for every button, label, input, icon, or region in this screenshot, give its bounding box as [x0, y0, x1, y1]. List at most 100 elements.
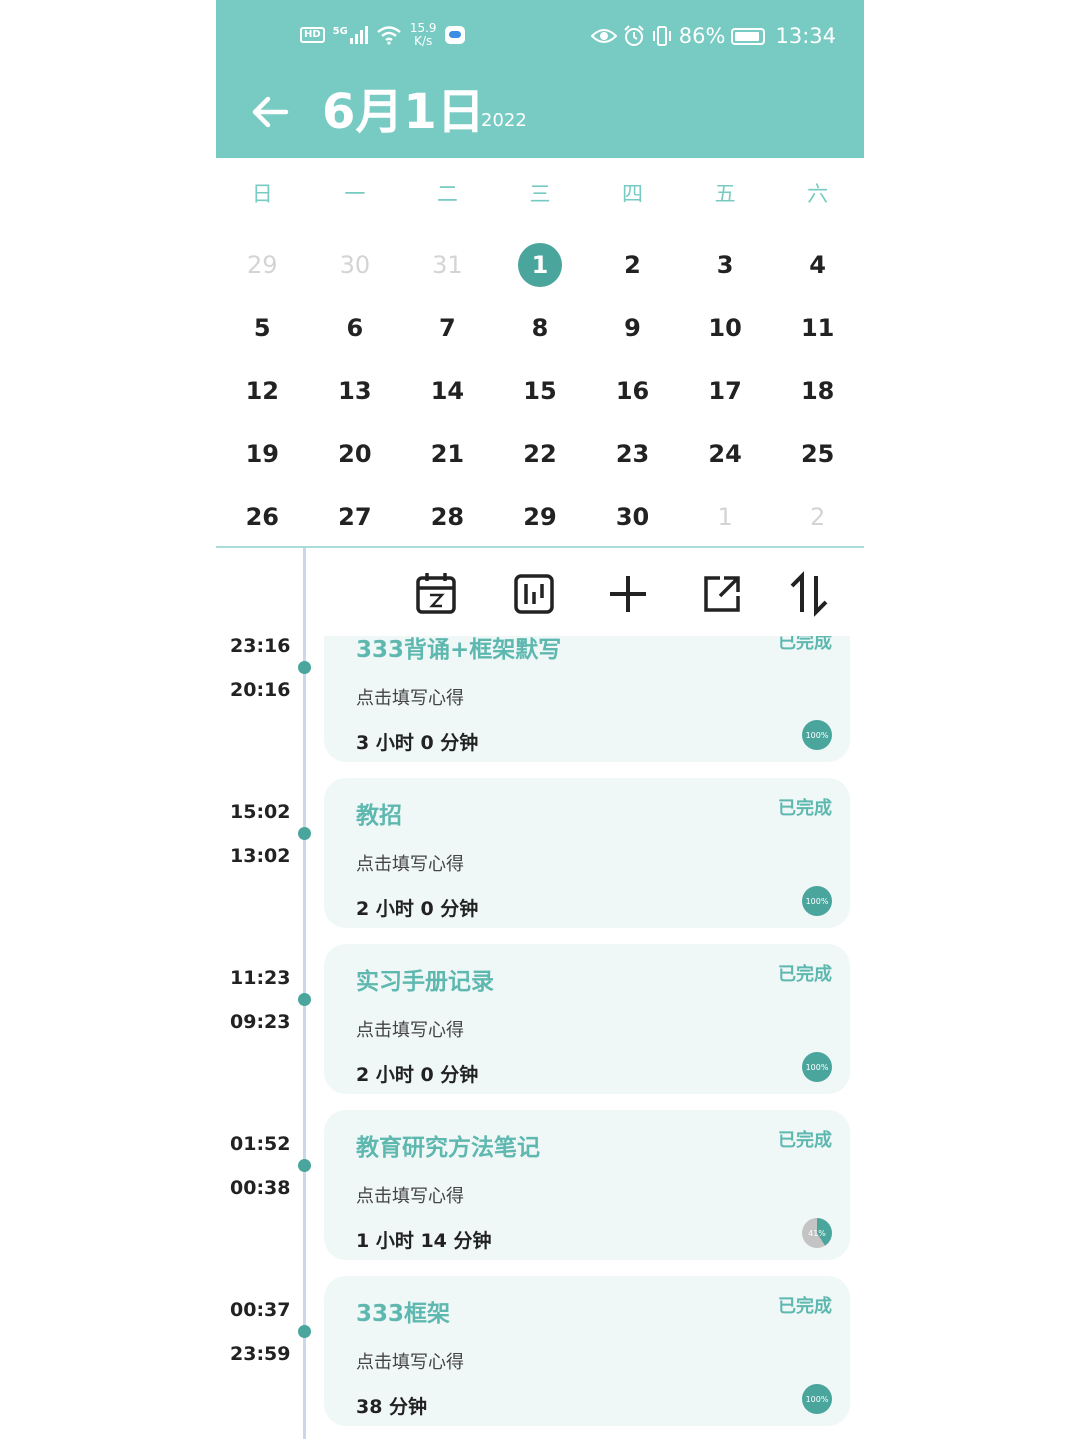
reflection-link[interactable]: 点击填写心得 [356, 1016, 464, 1042]
calendar-day[interactable]: 2 [586, 243, 679, 287]
calendar-day[interactable]: 25 [771, 432, 864, 476]
calendar-day[interactable]: 22 [494, 432, 587, 476]
day-number: 1 [517, 243, 562, 288]
timeline-dot [298, 1325, 311, 1338]
session-times: 01:52 00:38 [230, 1122, 290, 1210]
session-entry: 15:02 13:02 教招 已完成 点击填写心得 2 小时 0 分钟 100% [216, 778, 864, 928]
calendar-day[interactable]: 10 [679, 306, 772, 350]
day-number: 14 [430, 376, 465, 405]
calendar-day[interactable]: 23 [586, 432, 679, 476]
clock: 13:34 [775, 24, 836, 48]
calendar-day[interactable]: 24 [679, 432, 772, 476]
calendar-day[interactable]: 1 [679, 495, 772, 539]
status-badge: 已完成 [778, 1296, 832, 1317]
calendar-day-selected[interactable]: 1 [494, 243, 587, 288]
session-card[interactable]: 333背诵+框架默写 已完成 点击填写心得 3 小时 0 分钟 100% [324, 636, 850, 762]
end-time: 23:16 [230, 636, 291, 657]
session-card[interactable]: 实习手册记录 已完成 点击填写心得 2 小时 0 分钟 100% [324, 944, 850, 1094]
calendar-day[interactable]: 2 [771, 495, 864, 539]
calendar-day[interactable]: 6 [309, 306, 402, 350]
calendar-day[interactable]: 19 [216, 432, 309, 476]
eye-icon [590, 29, 617, 43]
signal-icon: 5G [333, 26, 368, 44]
calendar-day[interactable]: 29 [494, 495, 587, 539]
status-bar: HD 5G 15.9 K/s 86% 13:34 [216, 22, 864, 58]
calendar-day[interactable]: 28 [401, 495, 494, 539]
session-card[interactable]: 教招 已完成 点击填写心得 2 小时 0 分钟 100% [324, 778, 850, 928]
calendar-day[interactable]: 27 [309, 495, 402, 539]
day-number: 11 [800, 314, 835, 343]
network-speed: 15.9 K/s [410, 22, 437, 48]
calendar-day[interactable]: 31 [401, 243, 494, 287]
day-number: 21 [430, 439, 465, 468]
reflection-link[interactable]: 点击填写心得 [356, 684, 464, 710]
session-duration: 38 分钟 [356, 1396, 428, 1418]
day-number: 18 [800, 376, 835, 405]
page-subtitle-year: 2022 [481, 110, 527, 131]
reflection-link[interactable]: 点击填写心得 [356, 1348, 464, 1374]
session-times: 23:16 20:16 [230, 636, 290, 712]
calendar-week-row: 5 6 7 8 9 10 11 [216, 297, 864, 360]
weekday-label: 六 [807, 182, 829, 206]
day-number: 2 [624, 251, 641, 280]
progress-label: 100% [805, 1062, 829, 1072]
calendar-week-row: 26 27 28 29 30 1 2 [216, 485, 864, 548]
arrow-left-icon[interactable] [248, 90, 292, 134]
calendar-day[interactable]: 3 [679, 243, 772, 287]
session-entry: 11:23 09:23 实习手册记录 已完成 点击填写心得 2 小时 0 分钟 100% [216, 944, 864, 1094]
start-time: 20:16 [230, 679, 291, 701]
calendar-day[interactable]: 30 [586, 495, 679, 539]
day-number: 23 [615, 439, 650, 468]
session-title: 333框架 [356, 1301, 451, 1327]
session-card[interactable]: 333框架 已完成 点击填写心得 38 分钟 100% [324, 1276, 850, 1426]
calendar-day[interactable]: 29 [216, 243, 309, 287]
sort-icon[interactable] [782, 566, 838, 622]
calendar-day[interactable]: 13 [309, 369, 402, 413]
calendar-day[interactable]: 12 [216, 369, 309, 413]
calendar-day[interactable]: 26 [216, 495, 309, 539]
reflection-link[interactable]: 点击填写心得 [356, 1182, 464, 1208]
timeline-dot [298, 993, 311, 1006]
calendar-day[interactable]: 18 [771, 369, 864, 413]
calendar-week-row: 19 20 21 22 23 24 25 [216, 422, 864, 485]
battery-icon [731, 27, 766, 45]
session-card[interactable]: 教育研究方法笔记 已完成 点击填写心得 1 小时 14 分钟 41% [324, 1110, 850, 1260]
calendar-week-row: 12 13 14 15 16 17 18 [216, 360, 864, 423]
session-times: 15:02 13:02 [230, 790, 290, 878]
calendar-day[interactable]: 17 [679, 369, 772, 413]
calendar-day[interactable]: 9 [586, 306, 679, 350]
day-number: 10 [708, 314, 742, 343]
calendar-grid: 29 30 31 1 2 3 4 5 6 7 8 9 10 11 12 13 14 15 16 17 18 19 20 21 2… [216, 234, 864, 548]
calendar-day[interactable]: 16 [586, 369, 679, 413]
calendar-day[interactable]: 21 [401, 432, 494, 476]
calendar-day[interactable]: 14 [401, 369, 494, 413]
share-icon[interactable] [694, 566, 750, 622]
calendar-today-icon[interactable] [408, 566, 464, 622]
weekday-header: 日 一 二 三 四 五 六 [216, 178, 864, 208]
day-number: 1 [717, 502, 733, 531]
timeline-dot [298, 661, 311, 674]
session-entry: 01:52 00:38 教育研究方法笔记 已完成 点击填写心得 1 小时 14 分钟 41% [216, 1110, 864, 1260]
calendar-day[interactable]: 8 [494, 306, 587, 350]
calendar-day[interactable]: 4 [771, 243, 864, 287]
calendar-day[interactable]: 5 [216, 306, 309, 350]
progress-pie: 100% [802, 1052, 832, 1082]
session-duration: 2 小时 0 分钟 [356, 898, 479, 920]
day-number: 2 [810, 502, 826, 531]
calendar-day[interactable]: 30 [309, 243, 402, 287]
calendar-day[interactable]: 11 [771, 306, 864, 350]
day-number: 22 [523, 439, 557, 468]
calendar-day[interactable]: 20 [309, 432, 402, 476]
status-badge: 已完成 [778, 1130, 832, 1151]
day-number: 17 [708, 376, 742, 405]
day-number: 16 [615, 376, 650, 405]
stats-icon[interactable] [506, 566, 562, 622]
calendar-day[interactable]: 15 [494, 369, 587, 413]
start-time: 13:02 [230, 845, 291, 867]
session-list: 23:16 20:16 333背诵+框架默写 已完成 点击填写心得 3 小时 0 分钟 10… [216, 636, 864, 1439]
weekday-label: 三 [529, 182, 551, 206]
day-number: 4 [809, 251, 826, 280]
calendar-day[interactable]: 7 [401, 306, 494, 350]
reflection-link[interactable]: 点击填写心得 [356, 850, 464, 876]
add-icon[interactable] [600, 566, 656, 622]
